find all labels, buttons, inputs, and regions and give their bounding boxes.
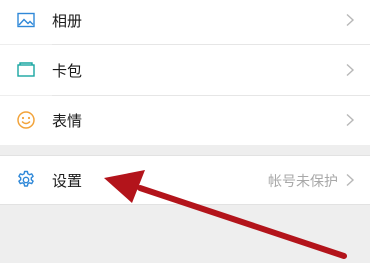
card-icon [16, 60, 36, 80]
menu-item-card-wallet[interactable]: 卡包 [0, 45, 370, 95]
menu-item-label: 表情 [52, 112, 83, 130]
menu-item-settings[interactable]: 设置 帐号未保护 [0, 155, 370, 205]
chevron-right-icon [346, 173, 355, 187]
menu-item-stickers[interactable]: 表情 [0, 96, 370, 145]
chevron-right-icon [346, 63, 355, 77]
menu-item-label: 卡包 [52, 62, 83, 80]
emoji-icon [16, 110, 36, 130]
menu-item-label: 设置 [52, 172, 83, 190]
photo-icon [16, 10, 36, 30]
account-status-text: 帐号未保护 [268, 174, 338, 190]
menu-item-label: 相册 [52, 12, 83, 30]
chevron-right-icon [346, 13, 355, 27]
gear-icon [16, 170, 36, 190]
menu-item-album[interactable]: 相册 [0, 0, 370, 44]
chevron-right-icon [346, 113, 355, 127]
